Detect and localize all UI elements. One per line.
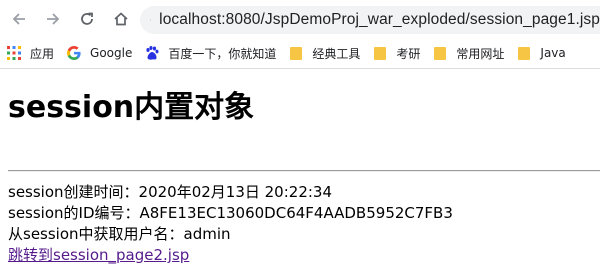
bookmark-folder-common[interactable]: 常用网址 xyxy=(426,41,510,65)
bookmark-label: 应用 xyxy=(30,46,55,61)
bookmarks-bar: 应用 Google 百度一下，你就知道 经典工具 考研 常用网址 Java xyxy=(0,38,600,69)
bookmark-apps[interactable]: 应用 xyxy=(0,41,60,65)
session-page2-link[interactable]: 跳转到session_page2.jsp xyxy=(8,246,189,264)
baidu-paw-icon xyxy=(146,46,159,60)
bookmark-folder-tools[interactable]: 经典工具 xyxy=(282,41,366,65)
bookmark-folder-java[interactable]: Java xyxy=(510,41,571,65)
bookmark-google[interactable]: Google xyxy=(60,41,138,65)
url-text: localhost:8080/JspDemoProj_war_exploded/… xyxy=(159,11,600,28)
bookmark-label: 考研 xyxy=(396,46,421,61)
forward-button[interactable] xyxy=(38,4,68,34)
reload-button[interactable] xyxy=(72,4,102,34)
horizontal-rule xyxy=(8,170,600,172)
back-button[interactable] xyxy=(4,4,34,34)
bookmark-folder-kaoyan[interactable]: 考研 xyxy=(366,41,426,65)
folder-icon xyxy=(372,45,388,61)
page-title: session内置对象 xyxy=(8,90,255,125)
bookmark-label: 百度一下，你就知道 xyxy=(168,46,277,61)
bookmark-label: Google xyxy=(90,46,133,60)
info-icon[interactable] xyxy=(150,12,152,28)
bookmark-label: 经典工具 xyxy=(312,46,361,61)
address-bar[interactable]: localhost:8080/JspDemoProj_war_exploded/… xyxy=(140,6,600,34)
home-icon xyxy=(114,12,128,26)
session-info: session创建时间：2020年02月13日 20:22:34 session… xyxy=(8,182,453,266)
reload-icon xyxy=(81,12,93,25)
folder-icon xyxy=(288,45,304,61)
apps-grid-icon xyxy=(7,46,21,60)
folder-icon xyxy=(432,45,448,61)
browser-toolbar: localhost:8080/JspDemoProj_war_exploded/… xyxy=(0,0,600,38)
bookmark-baidu[interactable]: 百度一下，你就知道 xyxy=(138,41,282,65)
forward-icon xyxy=(47,13,60,25)
session-username: 从session中获取用户名：admin xyxy=(8,225,231,243)
home-button[interactable] xyxy=(106,4,136,34)
bookmark-label: Java xyxy=(540,46,566,60)
bookmark-label: 常用网址 xyxy=(456,46,505,61)
session-id: session的ID编号：A8FE13EC13060DC64F4AADB5952… xyxy=(8,204,453,222)
folder-icon xyxy=(516,45,532,61)
session-created-time: session创建时间：2020年02月13日 20:22:34 xyxy=(8,183,333,201)
google-icon xyxy=(67,46,81,60)
back-icon xyxy=(12,13,25,25)
